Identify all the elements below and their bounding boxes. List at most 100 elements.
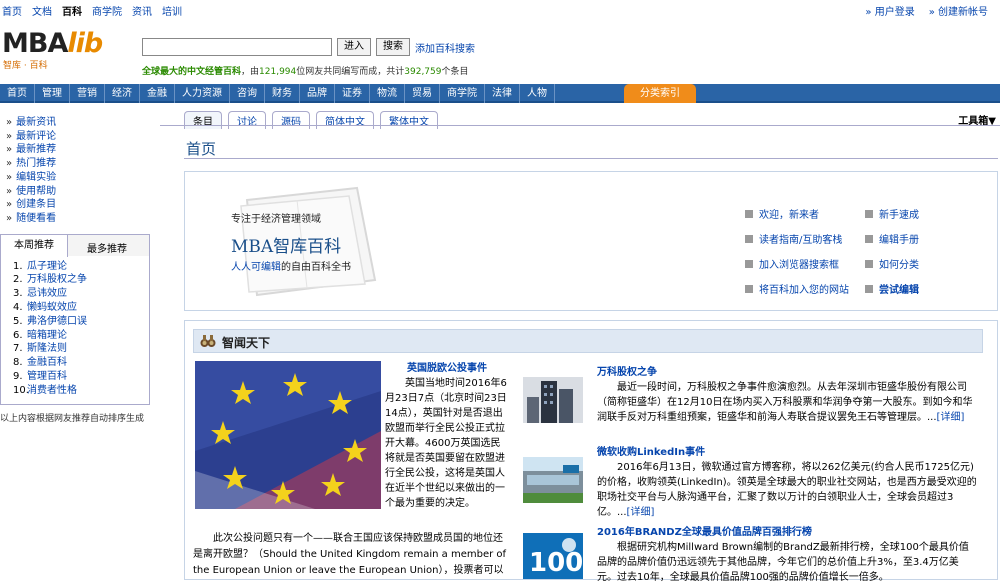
sidebar-link[interactable]: 热门推荐	[6, 157, 150, 171]
recommend-item: 5. 弗洛伊德口误	[13, 315, 149, 329]
brandz-report-thumbnail[interactable]: 100	[523, 533, 583, 579]
recommend-link[interactable]: 懒蚂蚁效应	[27, 302, 77, 313]
vanke-building-thumbnail[interactable]	[523, 377, 583, 423]
recommend-link[interactable]: 管理百科	[27, 371, 67, 382]
recommend-link[interactable]: 消费者性格	[27, 385, 77, 396]
add-search-engine-link[interactable]: 添加百科搜索	[415, 40, 475, 55]
site-logo[interactable]: MBAlib 智库 · 百科	[2, 28, 130, 71]
recommend-link[interactable]: 金融百科	[27, 357, 67, 368]
category-index-tab[interactable]: 分类索引	[624, 84, 696, 103]
sidebar-link[interactable]: 最新资讯	[6, 116, 150, 130]
site-links: 首页 文档 百科 商学院 资讯 培训	[2, 3, 182, 18]
site-link-training[interactable]: 培训	[162, 3, 182, 18]
site-link-school[interactable]: 商学院	[92, 3, 122, 18]
recommend-link[interactable]: 弗洛伊德口误	[27, 316, 87, 327]
news-item-title[interactable]: 微软收购LinkedIn事件	[597, 445, 977, 460]
lead-story-more: 此次公投问题只有一个——联合王国应该保持欧盟成员国的地位还是离开欧盟？（Shou…	[193, 533, 507, 576]
news-item-title[interactable]: 万科股权之争	[597, 365, 977, 380]
news-item-more-link[interactable]: [详细]	[937, 412, 965, 423]
everyone-editable-link[interactable]: 人人可编辑	[231, 262, 281, 273]
news-item-more-link[interactable]: [详细]	[627, 507, 655, 518]
sidebar-link[interactable]: 最新评论	[6, 130, 150, 144]
nav-item[interactable]: 物流	[370, 84, 405, 103]
nav-item[interactable]: 营销	[70, 84, 105, 103]
lead-story-title[interactable]: 英国脱欧公投事件	[385, 361, 509, 376]
recommend-rank: 7.	[13, 343, 23, 355]
recommend-link[interactable]: 万科股权之争	[27, 274, 87, 285]
news-header-title: 智闻天下	[222, 336, 271, 350]
intro-link[interactable]: 将百科加入您的网站	[745, 281, 865, 296]
news-item-text: 最近一段时间，万科股权之争事件愈演愈烈。从去年深圳市钜盛华股份有限公司（简称钜盛…	[597, 380, 977, 425]
intro-site-name: MBA智库百科	[231, 237, 342, 257]
recommend-item: 9. 管理百科	[13, 370, 149, 384]
nav-item[interactable]: 品牌	[300, 84, 335, 103]
top-bar: 首页 文档 百科 商学院 资讯 培训 » 用户登录 » 创建新帐号	[0, 0, 1000, 18]
nav-item[interactable]: 商学院	[440, 84, 485, 103]
title-divider	[184, 158, 998, 159]
linkedin-building-thumbnail[interactable]	[523, 457, 583, 503]
nav-item[interactable]: 首页	[0, 84, 35, 103]
tab-article[interactable]: 条目	[184, 111, 222, 129]
recommend-link[interactable]: 瓜子理论	[27, 261, 67, 272]
recommend-link[interactable]: 暗箱理论	[27, 330, 67, 341]
content-divider	[160, 125, 1000, 126]
news-header: 智闻天下	[193, 329, 983, 353]
intro-link[interactable]: 如何分类	[865, 256, 985, 271]
register-link[interactable]: » 创建新帐号	[929, 3, 988, 18]
nav-item[interactable]: 法律	[485, 84, 520, 103]
intro-link[interactable]: 编辑手册	[865, 231, 985, 246]
page-title: 首页	[186, 140, 217, 158]
recommend-item: 4. 懒蚂蚁效应	[13, 301, 149, 315]
recommend-link[interactable]: 斯隆法则	[27, 343, 67, 354]
nav-item[interactable]: 经济	[105, 84, 140, 103]
bullet-square-icon	[745, 284, 753, 293]
tab-source[interactable]: 源码	[272, 111, 310, 129]
go-button[interactable]: 进入	[337, 38, 371, 56]
nav-item[interactable]: 金融	[140, 84, 175, 103]
site-link-docs[interactable]: 文档	[32, 3, 52, 18]
search-button[interactable]: 搜索	[376, 38, 410, 56]
search-input[interactable]	[142, 38, 332, 56]
tab-discussion[interactable]: 讨论	[228, 111, 266, 129]
sidebar-link[interactable]: 编辑实验	[6, 171, 150, 185]
intro-link[interactable]: 欢迎，新来者	[745, 206, 865, 221]
account-links: » 用户登录 » 创建新帐号	[865, 3, 988, 18]
nav-item[interactable]: 贸易	[405, 84, 440, 103]
site-link-home[interactable]: 首页	[2, 3, 22, 18]
recommend-tabs: 本周推荐 最多推荐	[0, 233, 150, 257]
nav-item[interactable]: 咨询	[230, 84, 265, 103]
sidebar-link[interactable]: 最新推荐	[6, 143, 150, 157]
bullet-square-icon	[745, 209, 753, 218]
recommend-list: 1. 瓜子理论 2. 万科股权之争 3. 忌讳效应 4. 懒蚂蚁效应 5. 弗洛伊德口误 6. 暗箱理…	[0, 255, 150, 405]
nav-item[interactable]: 人物	[520, 84, 555, 103]
news-item-title[interactable]: 2016年BRANDZ全球最具价值品牌百强排行榜	[597, 525, 977, 540]
site-link-wiki[interactable]: 百科	[62, 3, 82, 18]
nav-item[interactable]: 证券	[335, 84, 370, 103]
tab-most[interactable]: 最多推荐	[87, 240, 127, 255]
recommend-rank: 9.	[13, 371, 23, 382]
tab-traditional[interactable]: 繁体中文	[380, 111, 438, 129]
sidebar-link[interactable]: 使用帮助	[6, 185, 150, 199]
recommend-link[interactable]: 忌讳效应	[27, 288, 67, 299]
intro-link[interactable]: 加入浏览器搜索框	[745, 256, 865, 271]
recommend-item: 6. 暗箱理论	[13, 329, 149, 343]
nav-item[interactable]: 财务	[265, 84, 300, 103]
eu-flag-image[interactable]	[195, 361, 381, 509]
logo-mba-text: MBA	[2, 28, 68, 59]
news-item: 2016年BRANDZ全球最具价值品牌百强排行榜 根据研究机构Millward …	[597, 525, 977, 585]
intro-tagline-rest: 的自由百科全书	[281, 262, 351, 273]
sidebar-link[interactable]: 创建条目	[6, 198, 150, 212]
recommend-rank: 2.	[13, 274, 23, 286]
sidebar-link[interactable]: 随便看看	[6, 212, 150, 226]
site-link-news[interactable]: 资讯	[132, 3, 152, 18]
news-item: 微软收购LinkedIn事件 2016年6月13日，微软通过官方博客称，将以26…	[597, 445, 977, 520]
nav-item[interactable]: 管理	[35, 84, 70, 103]
intro-link[interactable]: 尝试编辑	[865, 281, 985, 296]
intro-link[interactable]: 读者指南/互助客栈	[745, 231, 865, 246]
intro-link[interactable]: 新手速成	[865, 206, 985, 221]
nav-item[interactable]: 人力资源	[175, 84, 230, 103]
login-link[interactable]: » 用户登录	[865, 3, 914, 18]
recommend-item: 7. 斯隆法则	[13, 342, 149, 356]
tab-weekly[interactable]: 本周推荐	[1, 234, 68, 257]
tab-simplified[interactable]: 简体中文	[316, 111, 374, 129]
